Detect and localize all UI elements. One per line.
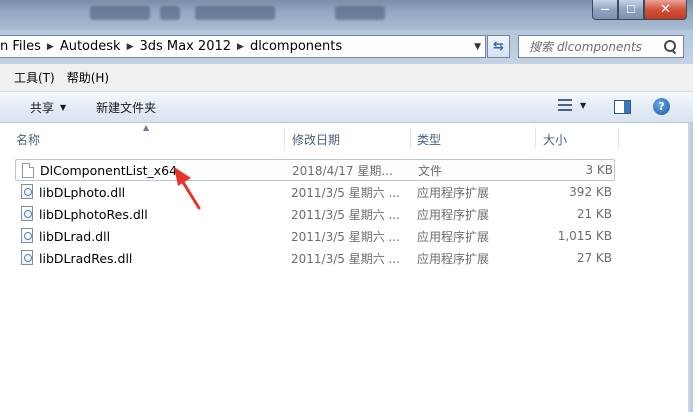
file-name: DlComponentList_x64 bbox=[40, 162, 178, 178]
column-divider[interactable] bbox=[535, 127, 536, 149]
preview-pane-icon[interactable] bbox=[614, 100, 631, 114]
file-type: 应用程序扩展 bbox=[417, 185, 490, 200]
menu-tools[interactable]: 工具(T) bbox=[14, 69, 55, 86]
file-type: 应用程序扩展 bbox=[417, 251, 490, 266]
file-type: 应用程序扩展 bbox=[417, 229, 490, 244]
breadcrumb-item[interactable]: Autodesk bbox=[60, 39, 121, 54]
column-header-type[interactable]: 类型 bbox=[417, 131, 441, 148]
file-date: 2011/3/5 星期六 ... bbox=[291, 207, 400, 222]
file-size: 3 KB bbox=[585, 163, 613, 177]
column-header-name[interactable]: 名称 bbox=[16, 131, 40, 148]
column-divider[interactable] bbox=[618, 127, 619, 149]
file-size: 27 KB bbox=[576, 251, 612, 265]
sort-ascending-icon: ▲ bbox=[143, 123, 150, 132]
maximize-button[interactable]: ☐ bbox=[618, 0, 644, 20]
minimize-button[interactable]: — bbox=[592, 0, 618, 20]
title-bar: — ☐ ✕ bbox=[0, 0, 693, 30]
column-divider[interactable] bbox=[284, 127, 285, 149]
file-size: 392 KB bbox=[569, 185, 612, 199]
file-name: libDLphoto.dll bbox=[39, 184, 126, 200]
blurred-title-region bbox=[90, 6, 150, 20]
breadcrumb-item[interactable]: 3ds Max 2012 bbox=[139, 39, 231, 54]
file-list: DlComponentList_x64 2018/4/17 星期... 文件 3… bbox=[0, 153, 693, 412]
refresh-button[interactable]: ⇆ bbox=[487, 35, 510, 58]
breadcrumb-item[interactable]: n Files bbox=[0, 39, 41, 54]
file-date: 2011/3/5 星期六 ... bbox=[291, 251, 400, 266]
address-row: n Files ▶ Autodesk ▶ 3ds Max 2012 ▶ dlco… bbox=[0, 30, 693, 64]
menu-bar: 工具(T) 帮助(H) bbox=[0, 64, 693, 92]
file-date: 2011/3/5 星期六 ... bbox=[291, 229, 400, 244]
close-button[interactable]: ✕ bbox=[644, 0, 687, 20]
close-icon: ✕ bbox=[660, 2, 671, 17]
window-controls: — ☐ ✕ bbox=[592, 0, 687, 20]
column-headers: ▲ 名称 修改日期 类型 大小 bbox=[0, 123, 693, 153]
file-row[interactable]: libDLradRes.dll 2011/3/5 星期六 ... 应用程序扩展 … bbox=[15, 247, 615, 269]
blurred-title-region bbox=[335, 6, 385, 20]
command-bar: 共享 ▼ 新建文件夹 ▼ ? bbox=[0, 92, 693, 123]
file-type: 应用程序扩展 bbox=[417, 207, 490, 222]
file-size: 1,015 KB bbox=[557, 229, 612, 243]
chevron-down-icon: ▼ bbox=[60, 102, 67, 112]
blurred-title-region bbox=[160, 6, 180, 20]
help-icon[interactable]: ? bbox=[653, 98, 670, 115]
file-name: libDLradRes.dll bbox=[39, 250, 133, 266]
dll-file-icon bbox=[21, 228, 33, 243]
file-date: 2018/4/17 星期... bbox=[292, 163, 393, 178]
breadcrumb: n Files ▶ Autodesk ▶ 3ds Max 2012 ▶ dlco… bbox=[0, 39, 342, 54]
file-date: 2011/3/5 星期六 ... bbox=[291, 185, 400, 200]
dll-file-icon bbox=[21, 250, 33, 265]
chevron-right-icon[interactable]: ▶ bbox=[127, 42, 134, 52]
file-row[interactable]: libDLphoto.dll 2011/3/5 星期六 ... 应用程序扩展 3… bbox=[15, 181, 615, 203]
search-placeholder: 搜索 dlcomponents bbox=[529, 40, 642, 54]
minimize-icon: — bbox=[600, 4, 610, 15]
file-name: libDLphotoRes.dll bbox=[39, 206, 148, 222]
new-folder-label: 新建文件夹 bbox=[96, 100, 157, 115]
chevron-right-icon[interactable]: ▶ bbox=[237, 42, 244, 52]
column-header-date[interactable]: 修改日期 bbox=[292, 131, 340, 148]
change-view-button[interactable]: ▼ bbox=[558, 99, 586, 111]
share-button[interactable]: 共享 ▼ bbox=[30, 99, 66, 116]
file-row[interactable]: libDLphotoRes.dll 2011/3/5 星期六 ... 应用程序扩… bbox=[15, 203, 615, 225]
file-type: 文件 bbox=[418, 163, 443, 178]
window-right-border bbox=[688, 123, 693, 412]
file-name: libDLrad.dll bbox=[39, 228, 111, 244]
share-label: 共享 bbox=[30, 100, 55, 115]
chevron-down-icon: ▼ bbox=[580, 100, 587, 110]
column-divider[interactable] bbox=[410, 127, 411, 149]
file-row[interactable]: DlComponentList_x64 2018/4/17 星期... 文件 3… bbox=[15, 159, 615, 181]
maximize-icon: ☐ bbox=[626, 3, 636, 16]
search-input[interactable]: 搜索 dlcomponents bbox=[518, 35, 684, 58]
address-bar[interactable]: n Files ▶ Autodesk ▶ 3ds Max 2012 ▶ dlco… bbox=[0, 35, 486, 58]
dll-file-icon bbox=[21, 206, 33, 221]
details-view-icon bbox=[558, 99, 572, 111]
blurred-title-region bbox=[195, 6, 275, 20]
breadcrumb-item[interactable]: dlcomponents bbox=[250, 39, 342, 54]
dll-file-icon bbox=[21, 184, 33, 199]
new-folder-button[interactable]: 新建文件夹 bbox=[96, 99, 156, 116]
refresh-arrows-icon: ⇆ bbox=[493, 39, 504, 54]
chevron-right-icon[interactable]: ▶ bbox=[47, 42, 54, 52]
column-header-size[interactable]: 大小 bbox=[543, 131, 567, 148]
menu-help[interactable]: 帮助(H) bbox=[67, 69, 109, 86]
file-size: 21 KB bbox=[576, 207, 612, 221]
chevron-down-icon[interactable]: ▼ bbox=[474, 42, 481, 52]
generic-file-icon bbox=[22, 163, 34, 178]
search-icon[interactable] bbox=[663, 39, 677, 54]
file-row[interactable]: libDLrad.dll 2011/3/5 星期六 ... 应用程序扩展 1,0… bbox=[15, 225, 615, 247]
